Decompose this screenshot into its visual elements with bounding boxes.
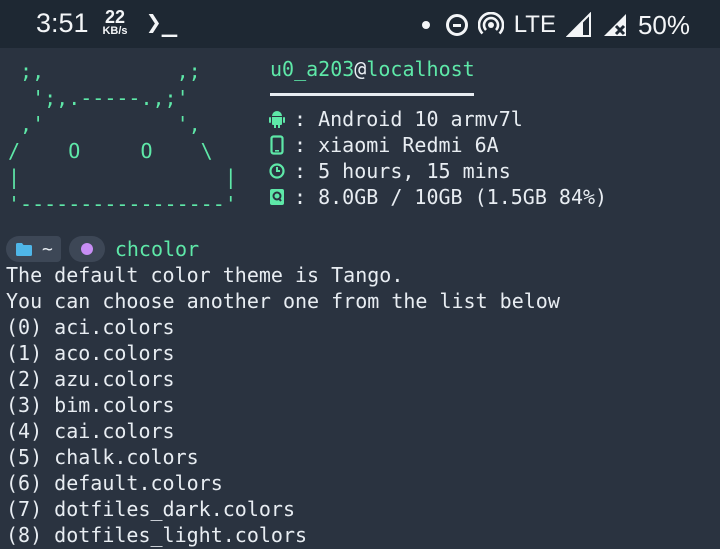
- hostname: localhost: [366, 57, 475, 81]
- ascii-line: / O O \: [8, 138, 213, 163]
- signal-strength-icon: [565, 12, 591, 37]
- folder-icon: [16, 242, 32, 256]
- color-option: (0) aci.colors: [6, 315, 175, 339]
- shell-prompt: ~ chcolor: [6, 236, 199, 262]
- username: u0_a203: [270, 57, 355, 81]
- network-speed: 22 KB/s: [99, 8, 131, 37]
- sysinfo-memory-text: : 8.0GB / 10GB (1.5GB 84%): [294, 185, 608, 209]
- notification-dot-icon: [421, 21, 430, 29]
- color-option: (6) default.colors: [6, 471, 223, 495]
- network-speed-unit: KB/s: [102, 25, 128, 37]
- color-option: (8) dotfiles_light.colors: [6, 523, 308, 547]
- do-not-disturb-icon: [445, 14, 468, 36]
- color-option: (7) dotfiles_dark.colors: [6, 497, 295, 521]
- user-host: u0_a203@localhost: [270, 56, 475, 82]
- current-directory: ~: [42, 238, 53, 260]
- sysinfo-memory: : 8.0GB / 10GB (1.5GB 84%): [268, 184, 607, 210]
- signal-no-service-icon: [603, 14, 626, 36]
- entered-command: chcolor: [114, 237, 200, 261]
- ascii-line: ';,.-----.,;': [8, 85, 189, 110]
- sysinfo-device-text: : xiaomi Redmi 6A: [294, 133, 499, 157]
- color-option: (4) cai.colors: [6, 419, 175, 443]
- color-option: (1) aco.colors: [6, 341, 175, 365]
- ascii-line: ;, ,;: [8, 59, 201, 83]
- header-divider: [270, 93, 474, 96]
- status-dot-icon: [80, 243, 93, 255]
- ascii-line: | |: [8, 165, 237, 189]
- prompt-status-segment: [68, 236, 105, 262]
- ascii-line: '-----------------': [8, 191, 237, 216]
- terminal-notification-icon: ❯_: [146, 8, 178, 38]
- output-line: You can choose another one from the list…: [6, 289, 560, 313]
- output-line: The default color theme is Tango.: [6, 263, 404, 287]
- clock-icon: [268, 163, 286, 179]
- ascii-logo: ;, ,; ';,.-----.,;' ,' ', / O O \ | | '-…: [8, 58, 237, 217]
- color-option: (5) chalk.colors: [6, 445, 199, 469]
- status-bar: 3:51 22 KB/s ❯_ LTE 50%: [0, 0, 720, 48]
- at-sign: @: [354, 57, 367, 81]
- sysinfo-os-text: : Android 10 armv7l: [294, 107, 523, 131]
- status-icons: LTE 50%: [421, 8, 690, 42]
- ascii-line: ,' ',: [8, 112, 201, 136]
- storage-icon: [268, 188, 286, 206]
- sysinfo-os: : Android 10 armv7l: [268, 106, 523, 132]
- network-speed-value: 22: [104, 7, 126, 27]
- phone-icon: [268, 135, 286, 155]
- clock: 3:51: [36, 8, 89, 38]
- sysinfo-uptime: : 5 hours, 15 mins: [268, 158, 511, 184]
- color-option: (3) bim.colors: [6, 393, 175, 417]
- battery-level: 50%: [637, 9, 690, 40]
- color-option: (2) azu.colors: [6, 367, 175, 391]
- network-type: LTE: [513, 11, 556, 38]
- android-icon: [268, 110, 286, 128]
- hotspot-icon: [477, 12, 504, 35]
- prompt-directory-segment: ~: [6, 236, 61, 262]
- sysinfo-device: : xiaomi Redmi 6A: [268, 132, 499, 158]
- sysinfo-uptime-text: : 5 hours, 15 mins: [294, 159, 511, 183]
